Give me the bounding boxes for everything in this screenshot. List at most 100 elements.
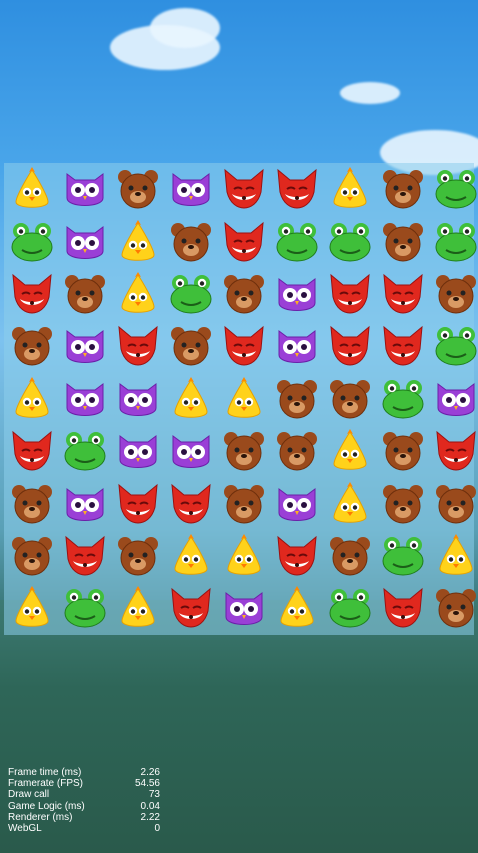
bear-piece-icon[interactable] bbox=[218, 425, 270, 477]
fox-piece-icon[interactable] bbox=[271, 530, 323, 582]
game-board[interactable] bbox=[4, 163, 477, 635]
chick-piece-icon[interactable] bbox=[218, 530, 270, 582]
chick-piece-icon[interactable] bbox=[6, 582, 58, 634]
owl-piece-icon[interactable] bbox=[59, 163, 111, 215]
owl-piece-icon[interactable] bbox=[271, 268, 323, 320]
chick-piece-icon[interactable] bbox=[165, 530, 217, 582]
bear-piece-icon[interactable] bbox=[324, 530, 376, 582]
bear-piece-icon[interactable] bbox=[165, 215, 217, 267]
frog-piece-icon[interactable] bbox=[271, 215, 323, 267]
fox-piece-icon[interactable] bbox=[165, 477, 217, 529]
stat-row: WebGL 0 bbox=[8, 823, 160, 834]
fox-piece-icon[interactable] bbox=[377, 268, 429, 320]
fox-piece-icon[interactable] bbox=[112, 477, 164, 529]
owl-piece-icon[interactable] bbox=[165, 163, 217, 215]
debug-stats-panel: Frame time (ms) 2.26 Framerate (FPS) 54.56 D… bbox=[8, 767, 160, 834]
frog-piece-icon[interactable] bbox=[324, 215, 376, 267]
stat-label: Draw call bbox=[8, 789, 50, 801]
bear-piece-icon[interactable] bbox=[165, 320, 217, 372]
frog-piece-icon[interactable] bbox=[6, 215, 58, 267]
owl-piece-icon[interactable] bbox=[59, 373, 111, 425]
stat-label: Renderer (ms) bbox=[8, 811, 73, 823]
frog-piece-icon[interactable] bbox=[377, 530, 429, 582]
frog-piece-icon[interactable] bbox=[430, 215, 478, 267]
fox-piece-icon[interactable] bbox=[218, 215, 270, 267]
cloud bbox=[340, 82, 400, 104]
owl-piece-icon[interactable] bbox=[430, 373, 478, 425]
frog-piece-icon[interactable] bbox=[59, 582, 111, 634]
fox-piece-icon[interactable] bbox=[324, 268, 376, 320]
bear-piece-icon[interactable] bbox=[377, 425, 429, 477]
fox-piece-icon[interactable] bbox=[377, 582, 429, 634]
fox-piece-icon[interactable] bbox=[218, 320, 270, 372]
bear-piece-icon[interactable] bbox=[112, 530, 164, 582]
frog-piece-icon[interactable] bbox=[377, 373, 429, 425]
owl-piece-icon[interactable] bbox=[165, 425, 217, 477]
owl-piece-icon[interactable] bbox=[271, 477, 323, 529]
frog-piece-icon[interactable] bbox=[59, 425, 111, 477]
chick-piece-icon[interactable] bbox=[6, 163, 58, 215]
fox-piece-icon[interactable] bbox=[59, 530, 111, 582]
stat-row: Draw call 73 bbox=[8, 789, 160, 800]
bear-piece-icon[interactable] bbox=[218, 268, 270, 320]
stat-value: 2.26 bbox=[140, 767, 160, 778]
stat-row: Frame time (ms) 2.26 bbox=[8, 767, 160, 778]
stat-label: Game Logic (ms) bbox=[8, 800, 85, 812]
frog-piece-icon[interactable] bbox=[324, 582, 376, 634]
bear-piece-icon[interactable] bbox=[218, 477, 270, 529]
bear-piece-icon[interactable] bbox=[6, 320, 58, 372]
stat-row: Framerate (FPS) 54.56 bbox=[8, 778, 160, 789]
bear-piece-icon[interactable] bbox=[430, 477, 478, 529]
bear-piece-icon[interactable] bbox=[430, 268, 478, 320]
fox-piece-icon[interactable] bbox=[6, 425, 58, 477]
chick-piece-icon[interactable] bbox=[324, 163, 376, 215]
bear-piece-icon[interactable] bbox=[377, 163, 429, 215]
bear-piece-icon[interactable] bbox=[6, 477, 58, 529]
frog-piece-icon[interactable] bbox=[430, 320, 478, 372]
owl-piece-icon[interactable] bbox=[112, 425, 164, 477]
owl-piece-icon[interactable] bbox=[271, 320, 323, 372]
fox-piece-icon[interactable] bbox=[165, 582, 217, 634]
owl-piece-icon[interactable] bbox=[59, 215, 111, 267]
fox-piece-icon[interactable] bbox=[112, 320, 164, 372]
chick-piece-icon[interactable] bbox=[324, 425, 376, 477]
bear-piece-icon[interactable] bbox=[59, 268, 111, 320]
bear-piece-icon[interactable] bbox=[6, 530, 58, 582]
chick-piece-icon[interactable] bbox=[271, 582, 323, 634]
fox-piece-icon[interactable] bbox=[271, 163, 323, 215]
stat-label: Frame time (ms) bbox=[8, 767, 82, 778]
bear-piece-icon[interactable] bbox=[377, 215, 429, 267]
owl-piece-icon[interactable] bbox=[59, 477, 111, 529]
fox-piece-icon[interactable] bbox=[324, 320, 376, 372]
owl-piece-icon[interactable] bbox=[218, 582, 270, 634]
chick-piece-icon[interactable] bbox=[112, 215, 164, 267]
bear-piece-icon[interactable] bbox=[377, 477, 429, 529]
bear-piece-icon[interactable] bbox=[324, 373, 376, 425]
stat-value: 54.56 bbox=[134, 778, 160, 790]
bear-piece-icon[interactable] bbox=[112, 163, 164, 215]
stat-label: WebGL bbox=[8, 823, 42, 835]
chick-piece-icon[interactable] bbox=[165, 373, 217, 425]
stat-value: 2.22 bbox=[140, 811, 160, 823]
bear-piece-icon[interactable] bbox=[271, 425, 323, 477]
chick-piece-icon[interactable] bbox=[324, 477, 376, 529]
owl-piece-icon[interactable] bbox=[112, 373, 164, 425]
chick-piece-icon[interactable] bbox=[112, 268, 164, 320]
stat-label: Framerate (FPS) bbox=[8, 778, 84, 790]
fox-piece-icon[interactable] bbox=[377, 320, 429, 372]
frog-piece-icon[interactable] bbox=[430, 163, 478, 215]
stat-row: Renderer (ms) 2.22 bbox=[8, 812, 160, 823]
owl-piece-icon[interactable] bbox=[59, 320, 111, 372]
chick-piece-icon[interactable] bbox=[6, 373, 58, 425]
bear-piece-icon[interactable] bbox=[271, 373, 323, 425]
fox-piece-icon[interactable] bbox=[218, 163, 270, 215]
bear-piece-icon[interactable] bbox=[430, 582, 478, 634]
fox-piece-icon[interactable] bbox=[6, 268, 58, 320]
chick-piece-icon[interactable] bbox=[218, 373, 270, 425]
frog-piece-icon[interactable] bbox=[165, 268, 217, 320]
fox-piece-icon[interactable] bbox=[430, 425, 478, 477]
chick-piece-icon[interactable] bbox=[430, 530, 478, 582]
chick-piece-icon[interactable] bbox=[112, 582, 164, 634]
stat-value: 0.04 bbox=[140, 800, 160, 812]
stat-row: Game Logic (ms) 0.04 bbox=[8, 801, 160, 812]
